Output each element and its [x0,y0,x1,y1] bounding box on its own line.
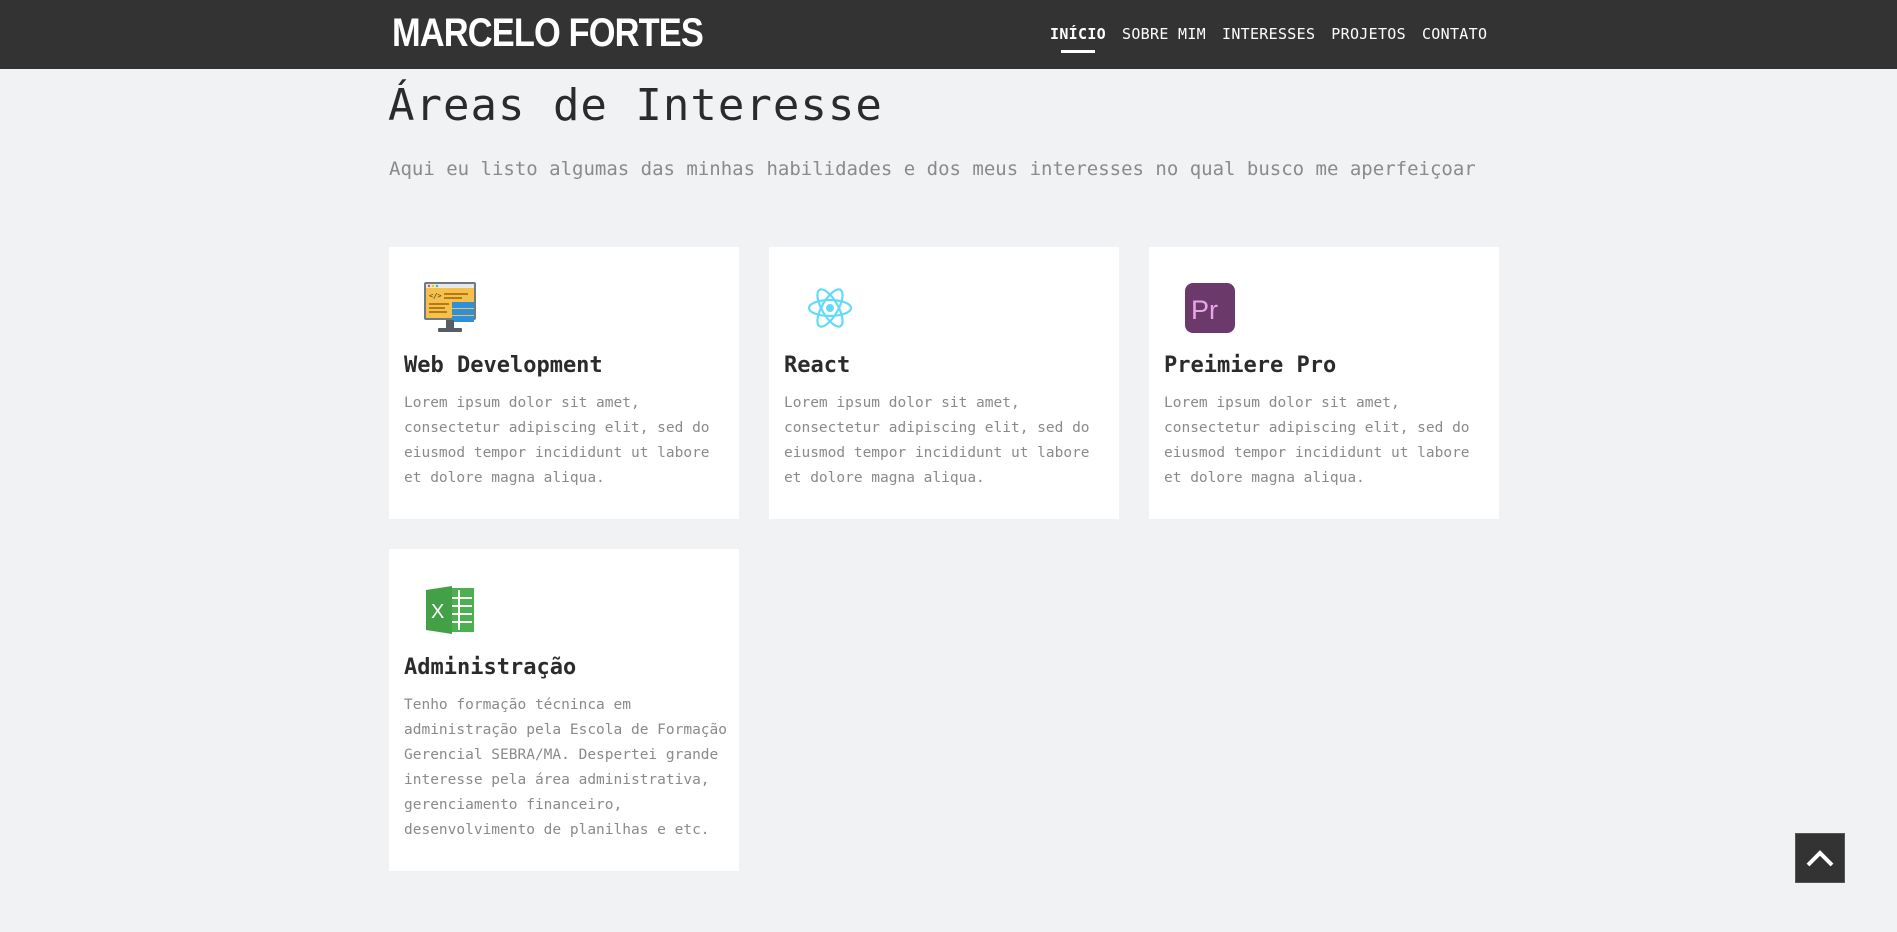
nav-link-sobre-mim[interactable]: SOBRE MIM [1122,22,1206,46]
nav-link-label: INÍCIO [1050,25,1106,43]
interest-card-react: React Lorem ipsum dolor sit amet, consec… [769,247,1119,519]
interest-card-premiere-pro: Pr Preimiere Pro Lorem ipsum dolor sit a… [1149,247,1499,519]
react-icon [807,288,853,328]
card-description: Lorem ipsum dolor sit amet, consectetur … [784,395,1090,486]
nav-link-label: PROJETOS [1331,25,1406,43]
excel-icon: X [426,586,474,634]
section-title: Áreas de Interesse [388,80,883,131]
card-description: Lorem ipsum dolor sit amet, consectetur … [1164,395,1470,486]
nav-active-indicator [1061,50,1095,53]
scroll-to-top-button[interactable] [1795,833,1845,883]
nav-link-interesses[interactable]: INTERESSES [1222,22,1315,46]
nav-link-inicio[interactable]: INÍCIO [1050,22,1106,53]
web-development-icon: </> [424,282,476,332]
card-title: React [784,353,851,378]
card-description: Lorem ipsum dolor sit amet, consectetur … [404,395,710,486]
nav-link-label: SOBRE MIM [1122,25,1206,43]
interest-card-web-development: </> Web Development Lorem ipsum dolor si… [389,247,739,519]
card-title: Administração [404,655,577,680]
nav-link-label: INTERESSES [1221,25,1316,43]
nav-link-projetos[interactable]: PROJETOS [1331,22,1406,46]
card-title: Preimiere Pro [1164,353,1337,378]
section-subtitle: Aqui eu listo algumas das minhas habilid… [389,158,1476,180]
nav-link-contato[interactable]: CONTATO [1422,22,1487,46]
chevron-up-icon [1806,850,1834,867]
card-description: Tenho formação técninca em administração… [404,697,728,838]
card-title: Web Development [404,353,603,378]
svg-text:X: X [431,601,444,623]
nav-menu: INÍCIO SOBRE MIM INTERESSES PROJETOS CON… [1050,22,1487,53]
svg-text:</>: </> [429,292,442,300]
nav-link-label: CONTATO [1421,25,1488,43]
svg-text:Pr: Pr [1191,295,1218,325]
brand-logo[interactable]: MARCELO FORTES [392,8,704,58]
interest-card-administracao: X Administração Tenho formação técninca … [389,549,739,871]
navbar: MARCELO FORTES INÍCIO SOBRE MIM INTERESS… [0,0,1897,69]
premiere-pro-icon: Pr [1185,283,1235,333]
